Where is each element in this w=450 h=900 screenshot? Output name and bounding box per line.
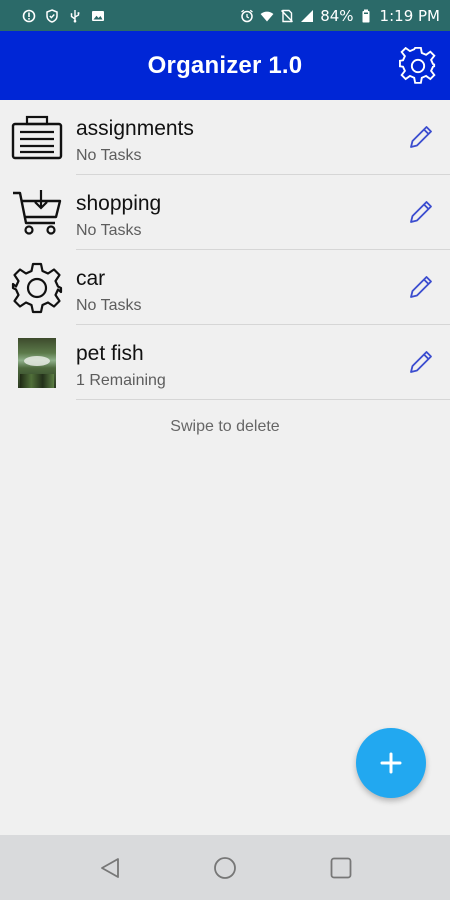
plus-icon — [380, 752, 402, 774]
back-icon — [99, 856, 121, 880]
list-subtitle: 1 Remaining — [76, 372, 166, 389]
signal-icon — [300, 9, 314, 23]
list-item[interactable]: assignments No Tasks — [0, 100, 450, 175]
list-subtitle: No Tasks — [76, 297, 142, 314]
battery-icon — [360, 9, 374, 23]
home-icon — [213, 856, 237, 880]
home-button[interactable] — [211, 854, 239, 882]
gear-icon — [399, 47, 437, 85]
add-list-button[interactable] — [356, 728, 426, 798]
list-title: pet fish — [76, 342, 144, 365]
recents-button[interactable] — [327, 854, 355, 882]
pencil-icon — [407, 123, 435, 151]
list-item[interactable]: shopping No Tasks — [0, 175, 450, 250]
navigation-bar — [0, 835, 450, 900]
shield-icon — [45, 8, 59, 23]
briefcase-icon — [11, 112, 63, 164]
back-button[interactable] — [96, 854, 124, 882]
alert-icon — [22, 9, 36, 23]
wifi-icon — [260, 9, 274, 23]
list-title: shopping — [76, 192, 162, 215]
pencil-icon — [407, 348, 435, 376]
app-bar: Organizer 1.0 — [0, 31, 450, 100]
swipe-hint: Swipe to delete — [170, 418, 280, 435]
battery-percent: 84% — [320, 6, 354, 25]
fish-photo — [18, 338, 56, 388]
shopping-cart-icon — [11, 187, 63, 239]
edit-button[interactable] — [406, 347, 436, 377]
list-subtitle: No Tasks — [76, 147, 142, 164]
list-item[interactable]: car No Tasks — [0, 250, 450, 325]
list-title: assignments — [76, 117, 194, 140]
list-container: assignments No Tasks shopping No Tasks c… — [0, 100, 450, 400]
divider — [76, 399, 450, 400]
pencil-icon — [407, 273, 435, 301]
pencil-icon — [407, 198, 435, 226]
app-title: Organizer 1.0 — [147, 51, 303, 79]
settings-button[interactable] — [398, 46, 438, 86]
list-item[interactable]: pet fish 1 Remaining — [0, 325, 450, 400]
list-subtitle: No Tasks — [76, 222, 142, 239]
no-sim-icon — [280, 9, 294, 23]
edit-button[interactable] — [406, 122, 436, 152]
gear-icon — [11, 262, 63, 314]
status-right: 84% 1:19 PM — [240, 7, 440, 25]
status-time: 1:19 PM — [379, 6, 440, 25]
status-left-icons — [22, 8, 105, 23]
image-icon — [91, 9, 105, 23]
alarm-icon — [240, 9, 254, 23]
edit-button[interactable] — [406, 272, 436, 302]
usb-icon — [68, 9, 82, 23]
edit-button[interactable] — [406, 197, 436, 227]
recents-icon — [329, 856, 353, 880]
status-bar: 84% 1:19 PM — [0, 0, 450, 31]
list-title: car — [76, 267, 106, 290]
photo-thumbnail — [11, 337, 63, 389]
